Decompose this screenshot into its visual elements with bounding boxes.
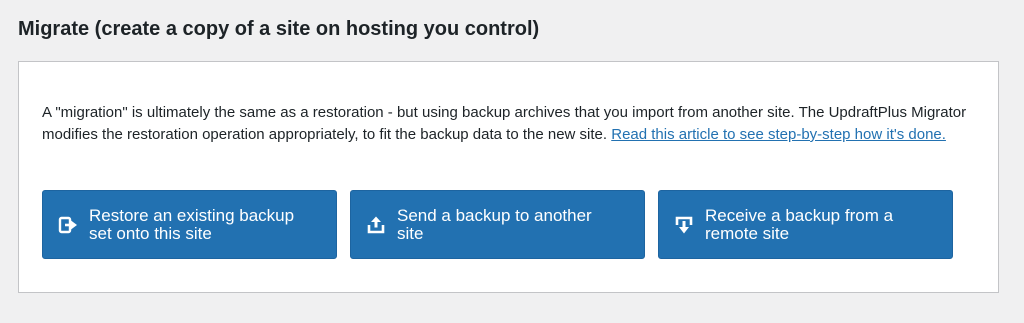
page-title: Migrate (create a copy of a site on host…: [18, 18, 540, 40]
restore-backup-label: Restore an existing backup set onto this…: [89, 205, 295, 243]
restore-backup-button[interactable]: Restore an existing backup set onto this…: [42, 190, 337, 259]
send-backup-button[interactable]: Send a backup to another site: [350, 190, 645, 259]
receive-backup-label: Receive a backup from a remote site: [705, 205, 894, 243]
read-article-link[interactable]: Read this article to see step-by-step ho…: [611, 126, 946, 143]
send-backup-label: Send a backup to another site: [397, 205, 592, 243]
migration-description: A "migration" is ultimately the same as …: [42, 102, 977, 146]
receive-backup-button[interactable]: Receive a backup from a remote site: [658, 190, 953, 259]
download-icon: [673, 214, 695, 236]
restore-icon: [57, 214, 79, 236]
upload-icon: [365, 214, 387, 236]
migrate-panel: A "migration" is ultimately the same as …: [18, 61, 999, 293]
